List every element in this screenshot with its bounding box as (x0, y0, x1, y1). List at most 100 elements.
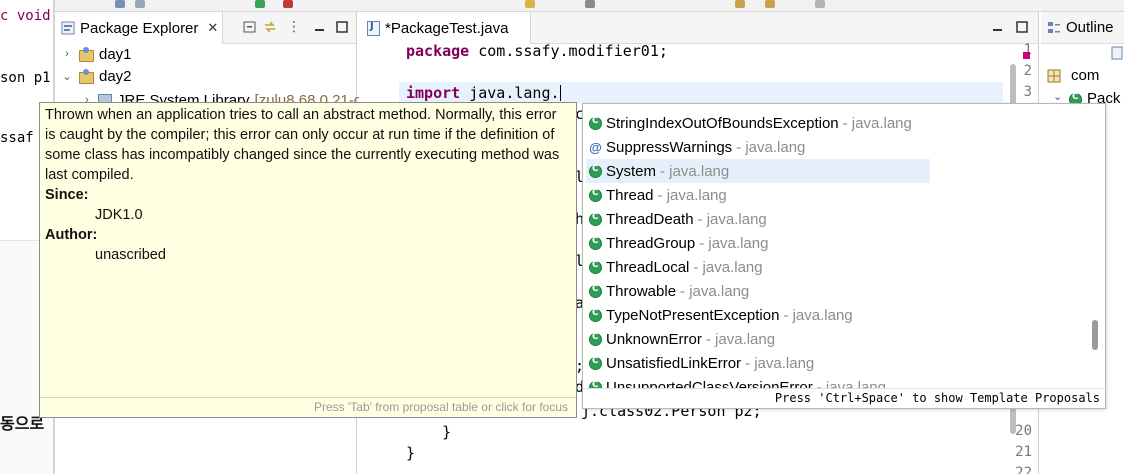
class-icon (589, 164, 602, 178)
background-code-line: c void (0, 8, 51, 24)
background-code-line: ssaf (0, 130, 34, 146)
proposal-item[interactable]: Throwable - java.lang (586, 279, 930, 303)
tab-package-explorer[interactable]: Package Explorer ✕ (55, 12, 223, 44)
tab-label: *PackageTest.java (385, 19, 509, 37)
tab-label: Package Explorer (80, 19, 199, 37)
save-icon[interactable] (115, 0, 125, 8)
proposal-item[interactable]: Thread - java.lang (586, 183, 930, 207)
javadoc-author-value: unascribed (95, 247, 166, 263)
proposal-item[interactable]: UnsupportedClassVersionError - java.lang (586, 375, 930, 389)
proposal-name: Thread (606, 186, 654, 204)
code-text: com.ssafy.modifier01; (469, 42, 668, 60)
forward-icon[interactable] (765, 0, 775, 8)
outline-item-label: com (1071, 67, 1100, 84)
collapse-arrow-icon[interactable]: ⌄ (61, 70, 73, 83)
class-icon (589, 332, 602, 346)
java-project-icon (78, 69, 94, 84)
code-line-3[interactable]: import java.lang. (406, 84, 561, 102)
outline-item-package[interactable]: com (1047, 67, 1100, 84)
proposal-name: StringIndexOutOfBoundsException (606, 114, 839, 132)
proposal-package: - java.lang (842, 114, 912, 132)
link-with-editor-icon[interactable] (263, 20, 277, 34)
proposal-name: ThreadDeath (606, 210, 694, 228)
tab-packagetest-java[interactable]: *PackageTest.java (359, 12, 531, 44)
keyword: import (406, 84, 461, 102)
proposal-name: ThreadGroup (606, 234, 696, 252)
tree-item-label: day2 (99, 67, 132, 85)
proposal-item[interactable]: @ SuppressWarnings - java.lang (586, 135, 930, 159)
proposal-name: SuppressWarnings (606, 138, 733, 156)
collapse-arrow-icon[interactable]: ⌄ (1053, 90, 1062, 103)
view-menu-icon[interactable]: ⋮ (287, 20, 301, 34)
proposal-package: - java.lang (705, 330, 776, 348)
class-icon (589, 236, 602, 250)
code-line-20[interactable]: } (406, 423, 451, 441)
pin-icon[interactable] (585, 0, 595, 8)
tree-item-day2[interactable]: ⌄ day2 (61, 65, 132, 87)
proposal-package: - java.lang (699, 234, 769, 252)
tab-label[interactable]: Outline (1066, 19, 1114, 36)
proposal-package: - java.lang (783, 306, 853, 324)
proposal-item[interactable]: TypeNotPresentException - java.lang (586, 303, 930, 327)
minimize-icon[interactable] (313, 20, 327, 34)
proposal-item[interactable]: ThreadGroup - java.lang (586, 231, 930, 255)
keyword: package (406, 42, 470, 60)
maximize-icon[interactable] (335, 20, 349, 34)
proposal-item[interactable]: ThreadLocal - java.lang (586, 255, 930, 279)
run-icon[interactable] (255, 0, 265, 8)
proposal-item[interactable]: ThreadDeath - java.lang (586, 207, 930, 231)
close-icon[interactable]: ✕ (207, 21, 218, 36)
scrollbar-thumb[interactable] (1092, 320, 1098, 350)
proposal-scrollbar[interactable] (1092, 110, 1098, 386)
javadoc-hover[interactable]: Thrown when an application tries to call… (39, 102, 577, 418)
tree-item-label: day1 (99, 45, 132, 63)
back-icon[interactable] (735, 0, 745, 8)
code-line-21[interactable]: } (406, 444, 415, 462)
proposal-package: - java.lang (745, 354, 815, 372)
outline-toolbar-icon[interactable] (1111, 46, 1123, 60)
annotation-icon[interactable] (525, 0, 535, 8)
content-assist-footer-hint: Press 'Ctrl+Space' to show Template Prop… (583, 388, 1105, 408)
background-code-line: son p1 (0, 70, 51, 86)
proposal-item[interactable]: UnsatisfiedLinkError - java.lang (586, 351, 930, 375)
proposal-package: - java.lang (660, 162, 730, 180)
minimize-icon[interactable] (991, 20, 1005, 34)
proposal-package: - java.lang (680, 282, 750, 300)
javadoc-since-label: Since: (45, 187, 89, 203)
collapse-all-icon[interactable] (243, 20, 257, 34)
error-marker-icon[interactable] (1023, 52, 1030, 59)
class-icon (589, 284, 602, 298)
annotation-icon: @ (589, 139, 602, 155)
outline-icon (1048, 21, 1060, 33)
proposal-package: - java.lang (693, 258, 763, 276)
outline-tabbar: Outline (1041, 12, 1124, 44)
javadoc-since-value: JDK1.0 (95, 207, 143, 223)
editor-tabbar: *PackageTest.java (359, 12, 1038, 44)
nav-icon[interactable] (815, 0, 825, 8)
class-icon (589, 116, 602, 130)
proposal-name: System (606, 162, 657, 180)
proposal-item-selected[interactable]: System - java.lang (586, 159, 930, 183)
tree-item-day1[interactable]: › day1 (61, 43, 132, 65)
proposal-name: UnknownError (606, 330, 702, 348)
class-icon (589, 308, 602, 322)
proposal-list[interactable]: StringIndexOutOfBoundsException - java.l… (583, 104, 1088, 389)
main-toolbar (55, 0, 1124, 12)
proposal-name: Throwable (606, 282, 677, 300)
proposal-package: - java.lang (657, 186, 727, 204)
class-icon (589, 356, 602, 370)
proposal-item[interactable]: UnknownError - java.lang (586, 327, 930, 351)
content-assist-popup[interactable]: StringIndexOutOfBoundsException - java.l… (582, 103, 1106, 409)
proposal-item[interactable]: StringIndexOutOfBoundsException - java.l… (586, 111, 930, 135)
maximize-icon[interactable] (1015, 20, 1029, 34)
code-line-1[interactable]: package com.ssafy.modifier01; (406, 42, 668, 60)
javadoc-footer-hint: Press 'Tab' from proposal table or click… (40, 397, 576, 417)
print-icon[interactable] (135, 0, 145, 8)
proposal-package: - java.lang (736, 138, 806, 156)
proposal-name: TypeNotPresentException (606, 306, 780, 324)
debug-icon[interactable] (283, 0, 293, 8)
code-text: java.lang. (460, 84, 560, 102)
expand-arrow-icon[interactable]: › (61, 48, 73, 60)
proposal-name: UnsatisfiedLinkError (606, 354, 742, 372)
text-caret (559, 85, 561, 101)
